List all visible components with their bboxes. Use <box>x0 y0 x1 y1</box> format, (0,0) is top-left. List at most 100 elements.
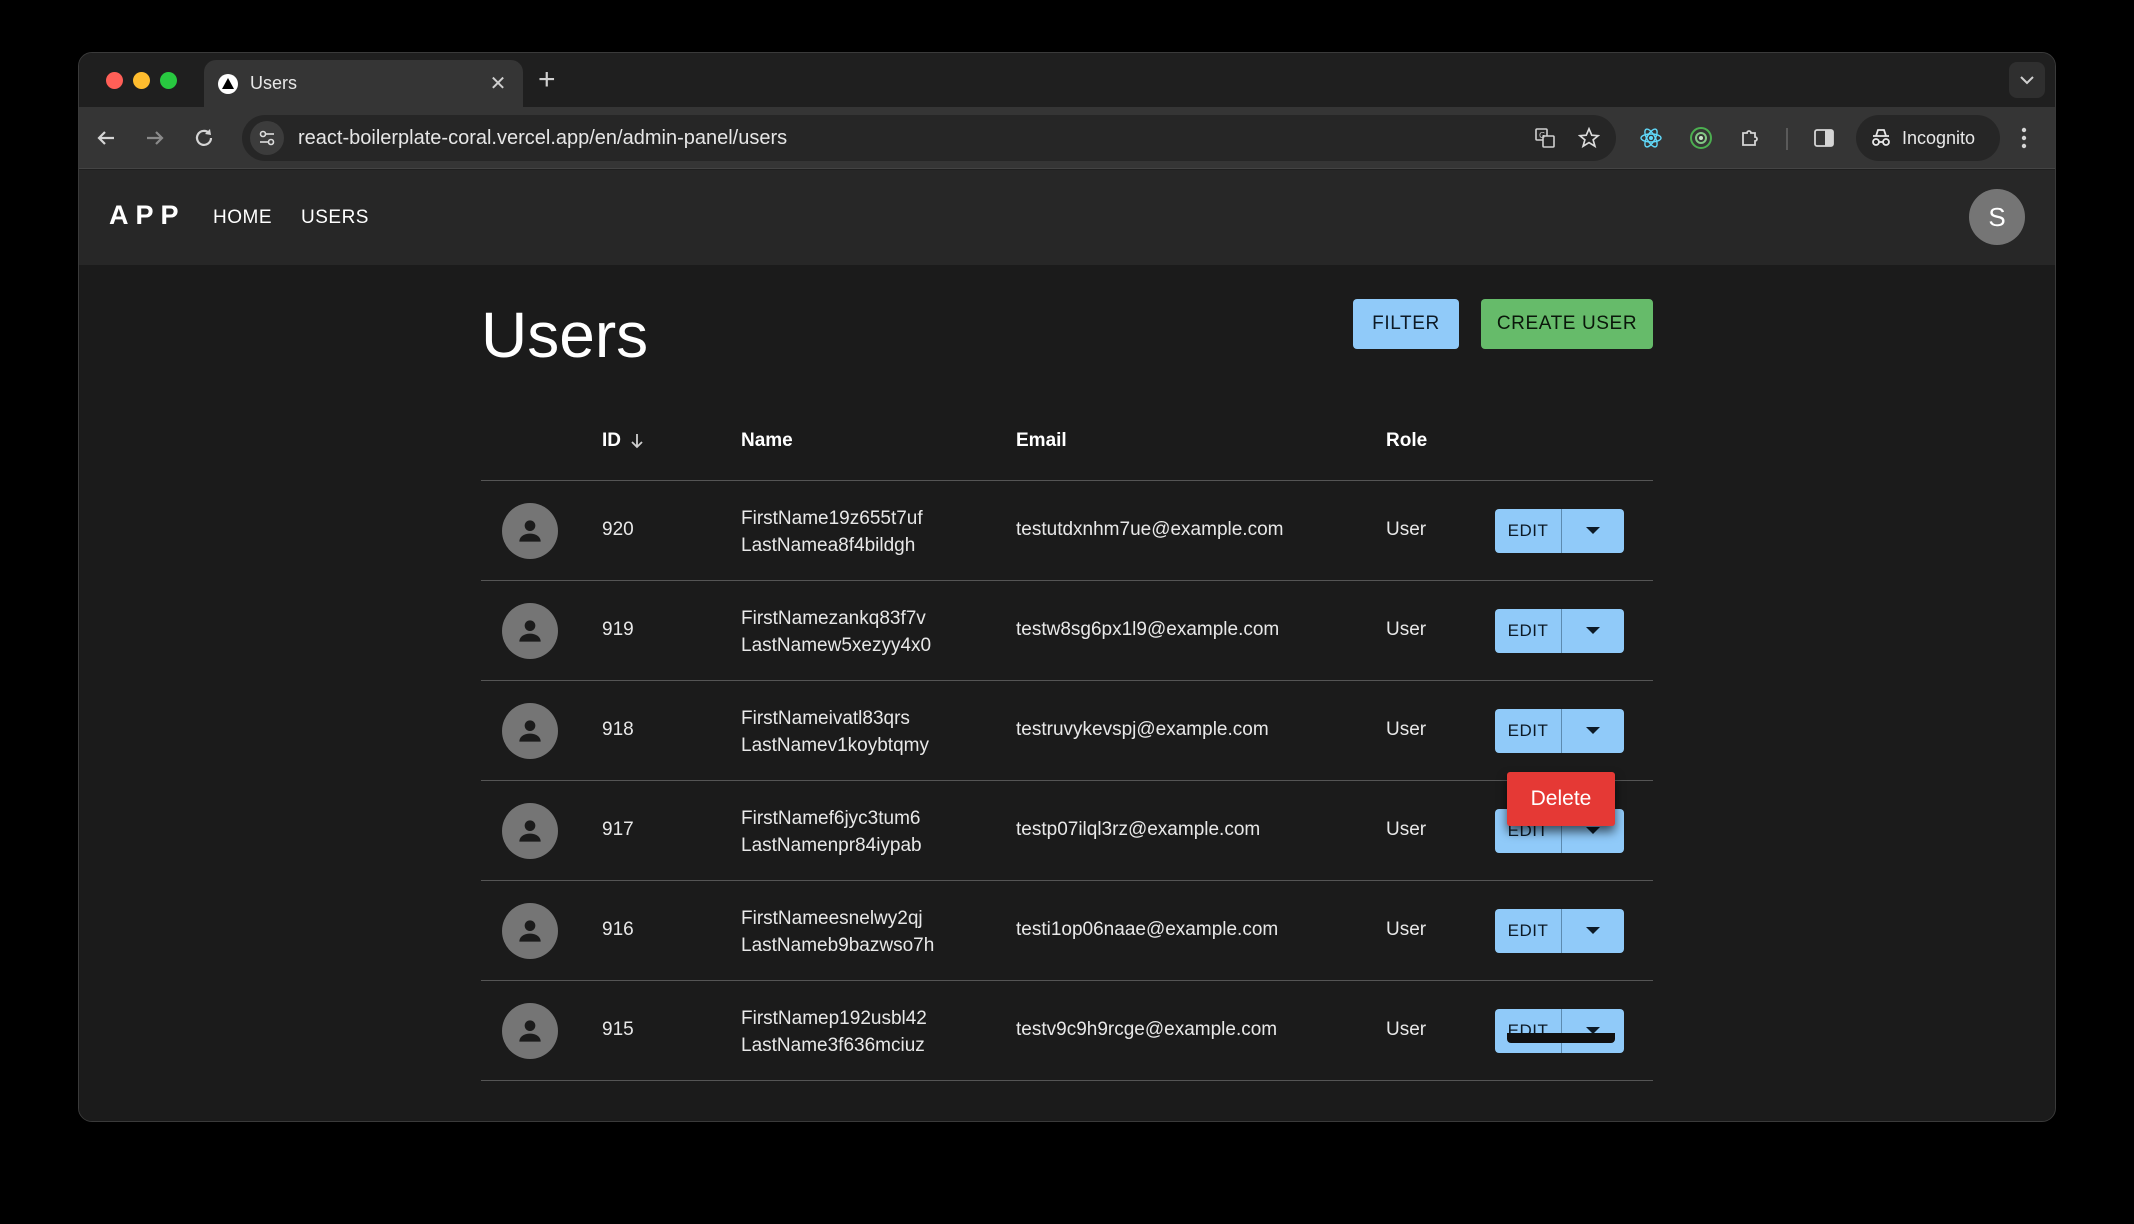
column-header-name: Name <box>741 430 793 451</box>
user-avatar-icon <box>502 1003 558 1059</box>
delete-menu-item[interactable]: Delete <box>1507 772 1615 826</box>
sort-arrow-down-icon <box>631 434 643 449</box>
table-row: 917 FirstNamef6jyc3tum6 LastNamenpr84iyp… <box>481 781 1653 881</box>
maximize-window-button[interactable] <box>160 72 177 89</box>
react-devtools-icon[interactable] <box>1634 121 1668 155</box>
cell-name: FirstNameivatl83qrs LastNamev1koybtqmy <box>741 705 929 759</box>
first-name: FirstNamep192usbl42 <box>741 1008 927 1029</box>
bookmark-star-icon[interactable] <box>1572 121 1606 155</box>
extension-target-icon[interactable] <box>1684 121 1718 155</box>
edit-button[interactable]: EDIT <box>1495 509 1562 553</box>
address-bar[interactable]: react-boilerplate-coral.vercel.app/en/ad… <box>242 115 1616 161</box>
first-name: FirstName19z655t7uf <box>741 508 923 529</box>
cell-name: FirstNamef6jyc3tum6 LastNamenpr84iypab <box>741 805 922 859</box>
tab-close-icon[interactable]: ✕ <box>487 71 509 96</box>
cell-email: testv9c9h9rcge@example.com <box>1016 1019 1278 1040</box>
actions-dropdown-button[interactable] <box>1562 609 1624 653</box>
back-button[interactable] <box>89 121 123 155</box>
table-row: 918 FirstNameivatl83qrs LastNamev1koybtq… <box>481 681 1653 781</box>
cell-role: User <box>1386 1019 1427 1040</box>
tab-users[interactable]: Users ✕ <box>204 60 523 107</box>
user-avatar-icon <box>502 703 558 759</box>
edit-button[interactable]: EDIT <box>1495 909 1562 953</box>
cell-email: testutdxnhm7ue@example.com <box>1016 519 1284 540</box>
caret-down-icon <box>1586 927 1600 934</box>
nav-link-home[interactable]: HOME <box>213 207 272 229</box>
reload-button[interactable] <box>187 121 221 155</box>
column-header-id[interactable]: ID <box>602 430 645 452</box>
user-avatar[interactable]: S <box>1969 189 2025 245</box>
arrow-right-icon <box>147 131 164 145</box>
table-header: ID Name Email Role <box>481 405 1653 481</box>
tab-search-button[interactable] <box>2009 62 2045 98</box>
row-actions: EDIT <box>1495 709 1624 753</box>
side-panel-icon[interactable] <box>1807 121 1841 155</box>
first-name: FirstNameivatl83qrs <box>741 708 910 729</box>
browser-menu-button[interactable] <box>2009 121 2039 155</box>
cell-id: 918 <box>602 719 634 740</box>
cell-name: FirstNameesnelwy2qj LastNameb9bazwso7h <box>741 905 934 959</box>
cell-id: 920 <box>602 519 634 540</box>
incognito-icon <box>1872 129 1890 146</box>
app-logo[interactable]: APP <box>109 200 186 231</box>
last-name: LastNamenpr84iypab <box>741 835 922 856</box>
cell-name: FirstNamezankq83f7v LastNamew5xezyy4x0 <box>741 605 931 659</box>
caret-down-icon <box>1586 627 1600 634</box>
caret-down-icon <box>1586 527 1600 534</box>
minimize-window-button[interactable] <box>133 72 150 89</box>
cell-name: FirstName19z655t7uf LastNamea8f4bildgh <box>741 505 923 559</box>
cell-role: User <box>1386 519 1427 540</box>
users-table: ID Name Email Role 920 FirstName19z655t7… <box>481 405 1653 1081</box>
cell-role: User <box>1386 719 1427 740</box>
user-avatar-icon <box>502 903 558 959</box>
tab-title: Users <box>250 73 298 93</box>
close-window-button[interactable] <box>106 72 123 89</box>
cell-id: 916 <box>602 919 634 940</box>
filter-button[interactable]: FILTER <box>1353 299 1459 349</box>
translate-icon[interactable]: G <box>1528 121 1562 155</box>
row-actions: EDIT <box>1495 509 1624 553</box>
extensions-puzzle-icon[interactable] <box>1734 121 1768 155</box>
main-content: Users FILTER CREATE USER ID Name Email R… <box>79 265 2055 1121</box>
last-name: LastNamev1koybtqmy <box>741 735 929 756</box>
actions-dropdown-button[interactable] <box>1562 709 1624 753</box>
url-text: react-boilerplate-coral.vercel.app/en/ad… <box>298 126 788 149</box>
column-header-role: Role <box>1386 430 1428 451</box>
cell-id: 917 <box>602 819 634 840</box>
caret-down-icon <box>1586 827 1600 834</box>
chevron-down-icon <box>2020 76 2034 85</box>
cell-email: testw8sg6px1l9@example.com <box>1016 619 1280 640</box>
create-user-button[interactable]: CREATE USER <box>1481 299 1653 349</box>
edit-button[interactable]: EDIT <box>1495 709 1562 753</box>
reload-icon <box>195 129 213 146</box>
app-bar: APP HOME USERS S <box>79 170 2055 265</box>
browser-window: Users ✕ + react-boilerplate-coral.vercel… <box>78 52 2056 1122</box>
actions-dropdown-button[interactable] <box>1562 1009 1624 1053</box>
forward-button[interactable] <box>138 121 172 155</box>
page-title: Users <box>481 299 649 371</box>
row-actions: EDIT <box>1495 1009 1624 1053</box>
edit-button[interactable]: EDIT <box>1495 1009 1562 1053</box>
incognito-badge[interactable]: Incognito <box>1856 115 2000 161</box>
first-name: FirstNamef6jyc3tum6 <box>741 808 921 829</box>
caret-down-icon <box>1586 727 1600 734</box>
new-tab-button[interactable]: + <box>538 63 556 97</box>
tab-strip: Users ✕ + <box>79 53 2055 107</box>
site-settings-icon[interactable] <box>250 121 284 155</box>
actions-dropdown-button[interactable] <box>1562 909 1624 953</box>
column-header-email: Email <box>1016 430 1067 451</box>
last-name: LastNamew5xezyy4x0 <box>741 635 932 656</box>
vercel-icon <box>218 73 238 94</box>
user-avatar-icon <box>502 803 558 859</box>
cell-email: testi1op06naae@example.com <box>1016 919 1279 940</box>
table-row: 915 FirstNamep192usbl42 LastName3f636mci… <box>481 981 1653 1081</box>
menu-shadow <box>1507 1033 1615 1043</box>
column-header-id-label: ID <box>602 430 621 451</box>
toolbar-separator <box>1786 128 1788 150</box>
table-row: 920 FirstName19z655t7uf LastNamea8f4bild… <box>481 481 1653 581</box>
table-row: 916 FirstNameesnelwy2qj LastNameb9bazwso… <box>481 881 1653 981</box>
nav-link-users[interactable]: USERS <box>301 207 369 229</box>
edit-button[interactable]: EDIT <box>1495 609 1562 653</box>
actions-dropdown-button[interactable] <box>1562 509 1624 553</box>
user-avatar-icon <box>502 503 558 559</box>
